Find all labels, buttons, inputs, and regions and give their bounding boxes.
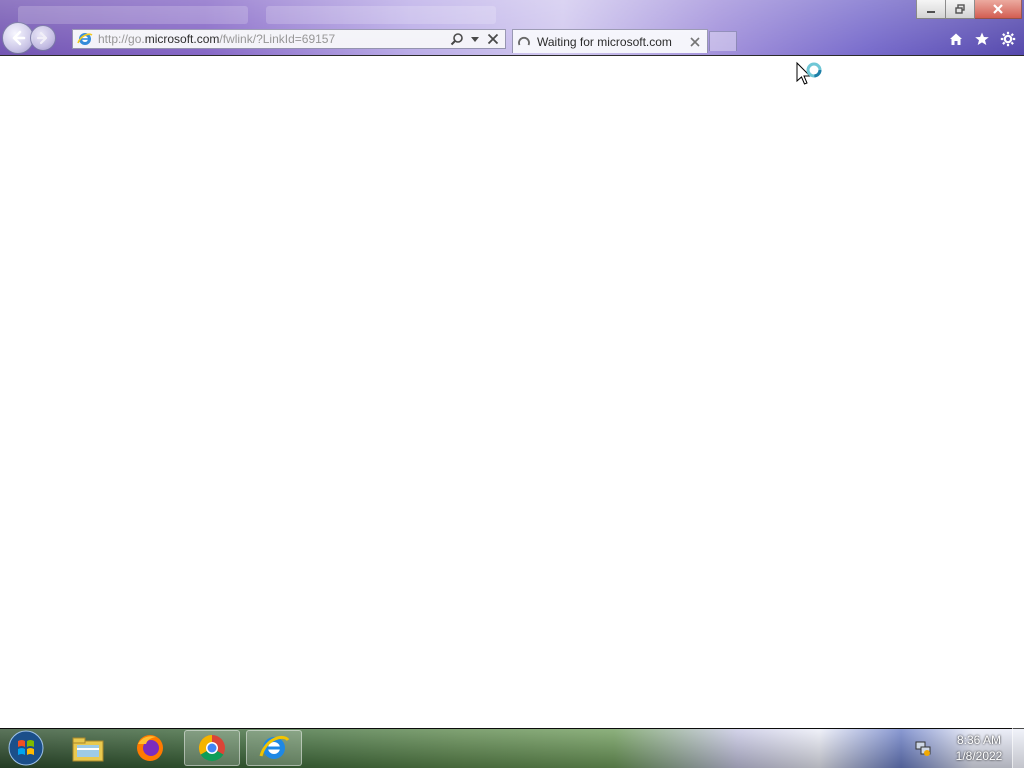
- ie-page-icon: [76, 30, 94, 48]
- forward-button[interactable]: [30, 25, 56, 51]
- forward-arrow-icon: [36, 31, 48, 45]
- network-tray-button[interactable]: [914, 739, 932, 757]
- chevron-down-icon: [471, 37, 479, 42]
- busy-cursor-icon: [796, 61, 822, 85]
- taskbar-app-chrome[interactable]: [184, 730, 240, 766]
- favorites-button[interactable]: [972, 29, 992, 49]
- folder-icon: [72, 737, 104, 762]
- browser-toolbar-right: [946, 29, 1018, 49]
- background-tab: [266, 6, 496, 24]
- browser-chrome: http://go.microsoft.com/fwlink/?LinkId=6…: [0, 0, 1024, 56]
- tab-active[interactable]: Waiting for microsoft.com: [512, 29, 708, 53]
- background-tab-strip: [18, 6, 496, 24]
- show-desktop-button[interactable]: [1012, 728, 1024, 768]
- tab-close-button[interactable]: [687, 34, 703, 50]
- system-tray: 8:36 AM 1/8/2022: [914, 728, 1024, 768]
- window-controls: [916, 0, 1022, 19]
- address-dropdown-button[interactable]: [467, 31, 483, 47]
- home-button[interactable]: [946, 29, 966, 49]
- start-button[interactable]: [6, 730, 46, 766]
- minimize-button[interactable]: [916, 0, 946, 19]
- network-icon: [915, 741, 931, 756]
- search-icon: [450, 33, 463, 46]
- chrome-icon: [198, 734, 225, 762]
- restore-button[interactable]: [946, 0, 975, 19]
- stop-button[interactable]: [485, 31, 501, 47]
- close-icon: [690, 36, 700, 47]
- taskbar: 8:36 AM 1/8/2022: [0, 728, 1024, 768]
- taskbar-app-internet-explorer[interactable]: [246, 730, 302, 766]
- taskbar-border: [0, 728, 1024, 729]
- tab-title: Waiting for microsoft.com: [537, 34, 672, 49]
- home-icon: [950, 33, 962, 45]
- clock-date: 1/8/2022: [955, 749, 1003, 763]
- star-icon: [975, 32, 989, 45]
- url-path: /fwlink/?LinkId=69157: [219, 32, 336, 46]
- system-clock[interactable]: 8:36 AM 1/8/2022: [946, 732, 1012, 764]
- gear-icon: [1000, 31, 1016, 47]
- taskbar-app-firefox[interactable]: [122, 730, 178, 766]
- close-icon: [487, 33, 499, 45]
- address-actions: [449, 31, 501, 47]
- minimize-icon: [927, 11, 935, 13]
- page-content[interactable]: [0, 56, 1024, 728]
- navigation-buttons: [2, 22, 56, 54]
- clock-time: 8:36 AM: [956, 733, 1002, 747]
- windows-logo-icon: [8, 730, 44, 766]
- back-arrow-icon: [12, 30, 26, 46]
- new-tab-button[interactable]: [709, 31, 737, 51]
- taskbar-app-explorer[interactable]: [60, 730, 116, 766]
- search-button[interactable]: [449, 31, 465, 47]
- url-host: microsoft.com: [144, 32, 220, 46]
- address-bar[interactable]: http://go.microsoft.com/fwlink/?LinkId=6…: [72, 29, 506, 49]
- url-prefix: http://go.: [98, 32, 145, 46]
- internet-explorer-icon: [259, 735, 290, 759]
- loading-spinner-icon: [518, 36, 530, 45]
- close-icon: [993, 4, 1003, 14]
- close-window-button[interactable]: [975, 0, 1022, 19]
- tools-button[interactable]: [998, 29, 1018, 49]
- restore-icon: [955, 4, 965, 14]
- firefox-icon: [137, 735, 163, 761]
- address-url[interactable]: http://go.microsoft.com/fwlink/?LinkId=6…: [98, 32, 449, 46]
